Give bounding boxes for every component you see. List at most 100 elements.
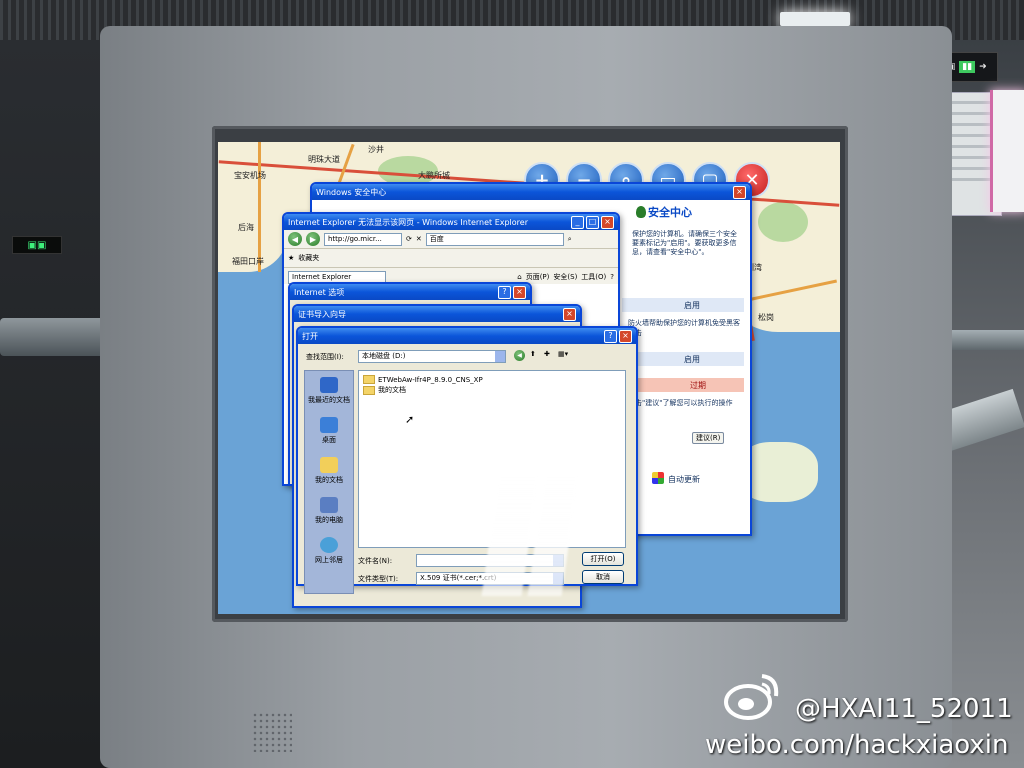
filetype-label: 文件类型(T):: [358, 575, 399, 583]
weibo-url: weibo.com/hackxiaoxin: [705, 730, 1009, 760]
computer-icon: [320, 497, 338, 513]
view-menu-icon[interactable]: ▦▾: [558, 350, 568, 358]
up-folder-icon[interactable]: ⬆: [530, 350, 536, 358]
search-icon[interactable]: ⌕: [568, 235, 572, 244]
mouse-cursor-icon: ➚: [405, 413, 415, 426]
open-dialog-body: 查找范围(I): 本地磁盘 (D:) ◀ ⬆ ✚ ▦▾ 我最近的文档 桌面 我的…: [298, 344, 636, 594]
firewall-status: 启用: [684, 301, 700, 310]
virus-row[interactable]: 过期: [622, 378, 744, 392]
back-icon[interactable]: ◀: [514, 350, 525, 361]
windows-logo-icon: [652, 472, 664, 484]
refresh-icon[interactable]: ⟳: [406, 235, 412, 243]
place-label: 桌面: [322, 436, 336, 444]
place-recent[interactable]: 我最近的文档: [305, 377, 353, 405]
search-input[interactable]: 百度: [425, 232, 564, 246]
exit-sign-left: ▣▣: [12, 236, 62, 254]
cancel-button[interactable]: 取消: [582, 570, 624, 584]
menu-tools[interactable]: 工具(O): [581, 272, 606, 282]
map-label: 后海: [238, 223, 254, 232]
window-title: Internet Explorer 无法显示该网页 - Windows Inte…: [288, 217, 529, 227]
place-desktop[interactable]: 桌面: [305, 417, 353, 445]
ie-address-bar: ◀ ▶ http://go.micr... ⟳ ✕ 百度 ⌕: [284, 230, 618, 249]
open-dialog-titlebar[interactable]: 打开 ? ×: [298, 328, 636, 344]
window-title: 证书导入向导: [298, 309, 346, 319]
firewall-description: 防火墙帮助保护您的计算机免受黑客攻击: [628, 319, 740, 337]
virus-description: 单击"建议"了解您可以执行的操作: [628, 399, 733, 407]
stop-icon[interactable]: ✕: [416, 235, 422, 243]
close-button[interactable]: ×: [563, 307, 576, 321]
updates-status: 启用: [684, 355, 700, 364]
auto-update-link[interactable]: 自动更新: [668, 474, 700, 485]
maximize-button[interactable]: □: [586, 215, 599, 229]
look-in-select[interactable]: 本地磁盘 (D:): [358, 350, 506, 363]
folder-icon: [363, 385, 375, 395]
address-input[interactable]: http://go.micr...: [324, 232, 402, 246]
forward-icon[interactable]: ▶: [306, 232, 320, 246]
ie-titlebar[interactable]: Internet Explorer 无法显示该网页 - Windows Inte…: [284, 214, 618, 230]
back-icon[interactable]: ◀: [288, 232, 302, 246]
help-button[interactable]: ?: [604, 329, 617, 343]
map-label: 明珠大道: [308, 155, 340, 164]
look-in-label: 查找范围(I):: [306, 353, 344, 361]
network-globe-icon: [320, 537, 338, 553]
ceiling-light: [780, 12, 850, 26]
close-button[interactable]: ×: [513, 285, 526, 299]
star-icon: ★: [288, 254, 295, 262]
help-icon[interactable]: ?: [610, 273, 614, 281]
place-documents[interactable]: 我的文档: [305, 457, 353, 485]
documents-folder-icon: [320, 457, 338, 473]
security-center-header: 安全中心: [648, 206, 692, 219]
recommend-button[interactable]: 建议(R): [692, 432, 725, 444]
filename-label: 文件名(N):: [358, 557, 393, 565]
advert-lightbox: [990, 90, 1024, 212]
folder-icon: [363, 375, 375, 384]
security-intro: 保护您的计算机。请确保三个安全要素标记为"启用"。要获取更多信息，请查看"安全中…: [632, 230, 737, 256]
help-button[interactable]: ?: [498, 285, 511, 299]
arrow-right-icon: ➜: [979, 62, 987, 72]
map-label: 福田口岸: [232, 257, 264, 266]
speaker-grille: [252, 712, 292, 752]
internet-options-titlebar[interactable]: Internet 选项 ? ×: [290, 284, 530, 300]
close-button[interactable]: ×: [619, 329, 632, 343]
file-name: ETWebAw-Ifr4P_8.9.0_CNS_XP: [378, 375, 483, 384]
menu-safety[interactable]: 安全(S): [553, 272, 577, 282]
cert-wizard-titlebar[interactable]: 证书导入向导 ×: [294, 306, 580, 322]
close-button[interactable]: ×: [733, 185, 746, 199]
window-title: 打开: [302, 331, 318, 341]
exit-green-badge: ▮▮: [959, 61, 976, 73]
favorites-button[interactable]: 收藏夹: [298, 253, 319, 263]
minimize-button[interactable]: _: [571, 215, 584, 229]
weibo-handle: @HXAI11_52011: [795, 694, 1013, 724]
file-item[interactable]: 我的文档: [363, 385, 406, 395]
recent-docs-icon: [320, 377, 338, 393]
place-label: 我的电脑: [315, 516, 343, 524]
desktop-icon: [320, 417, 338, 433]
menu-page[interactable]: 页面(P): [526, 272, 550, 282]
shield-icon: [636, 206, 646, 218]
place-label: 网上邻居: [315, 556, 343, 564]
place-computer[interactable]: 我的电脑: [305, 497, 353, 525]
close-button[interactable]: ×: [601, 215, 614, 229]
weibo-logo-icon: [724, 674, 779, 720]
map-label: 松岗: [758, 313, 774, 322]
security-center-titlebar[interactable]: Windows 安全中心 ×: [312, 184, 750, 200]
ie-favorites-bar: ★ 收藏夹: [284, 249, 618, 268]
file-name: 我的文档: [378, 386, 406, 394]
map-label: 大鹏所城: [418, 171, 450, 180]
updates-row[interactable]: 启用: [622, 352, 744, 366]
place-label: 我的文档: [315, 476, 343, 484]
window-title: Internet 选项: [294, 287, 345, 297]
open-file-dialog: 打开 ? × 查找范围(I): 本地磁盘 (D:) ◀ ⬆ ✚ ▦▾ 我最近的文…: [296, 326, 638, 594]
place-network[interactable]: 网上邻居: [305, 537, 353, 565]
look-in-value: 本地磁盘 (D:): [362, 352, 406, 360]
chevron-down-icon: [495, 351, 505, 362]
home-icon[interactable]: ⌂: [517, 273, 521, 281]
firewall-row[interactable]: 启用: [622, 298, 744, 312]
new-folder-icon[interactable]: ✚: [544, 350, 550, 358]
map-label: 宝安机场: [234, 171, 266, 180]
kiosk-screen: 明珠大道 大鹏所城 宝安机场 后海 福田口岸 沙井 深圳湾 松岗 + − ⌕ ▭…: [218, 142, 840, 614]
places-bar: 我最近的文档 桌面 我的文档 我的电脑 网上邻居: [304, 370, 354, 594]
file-item[interactable]: ETWebAw-Ifr4P_8.9.0_CNS_XP: [363, 375, 483, 384]
open-button[interactable]: 打开(O): [582, 552, 624, 566]
place-label: 我最近的文档: [308, 396, 350, 404]
